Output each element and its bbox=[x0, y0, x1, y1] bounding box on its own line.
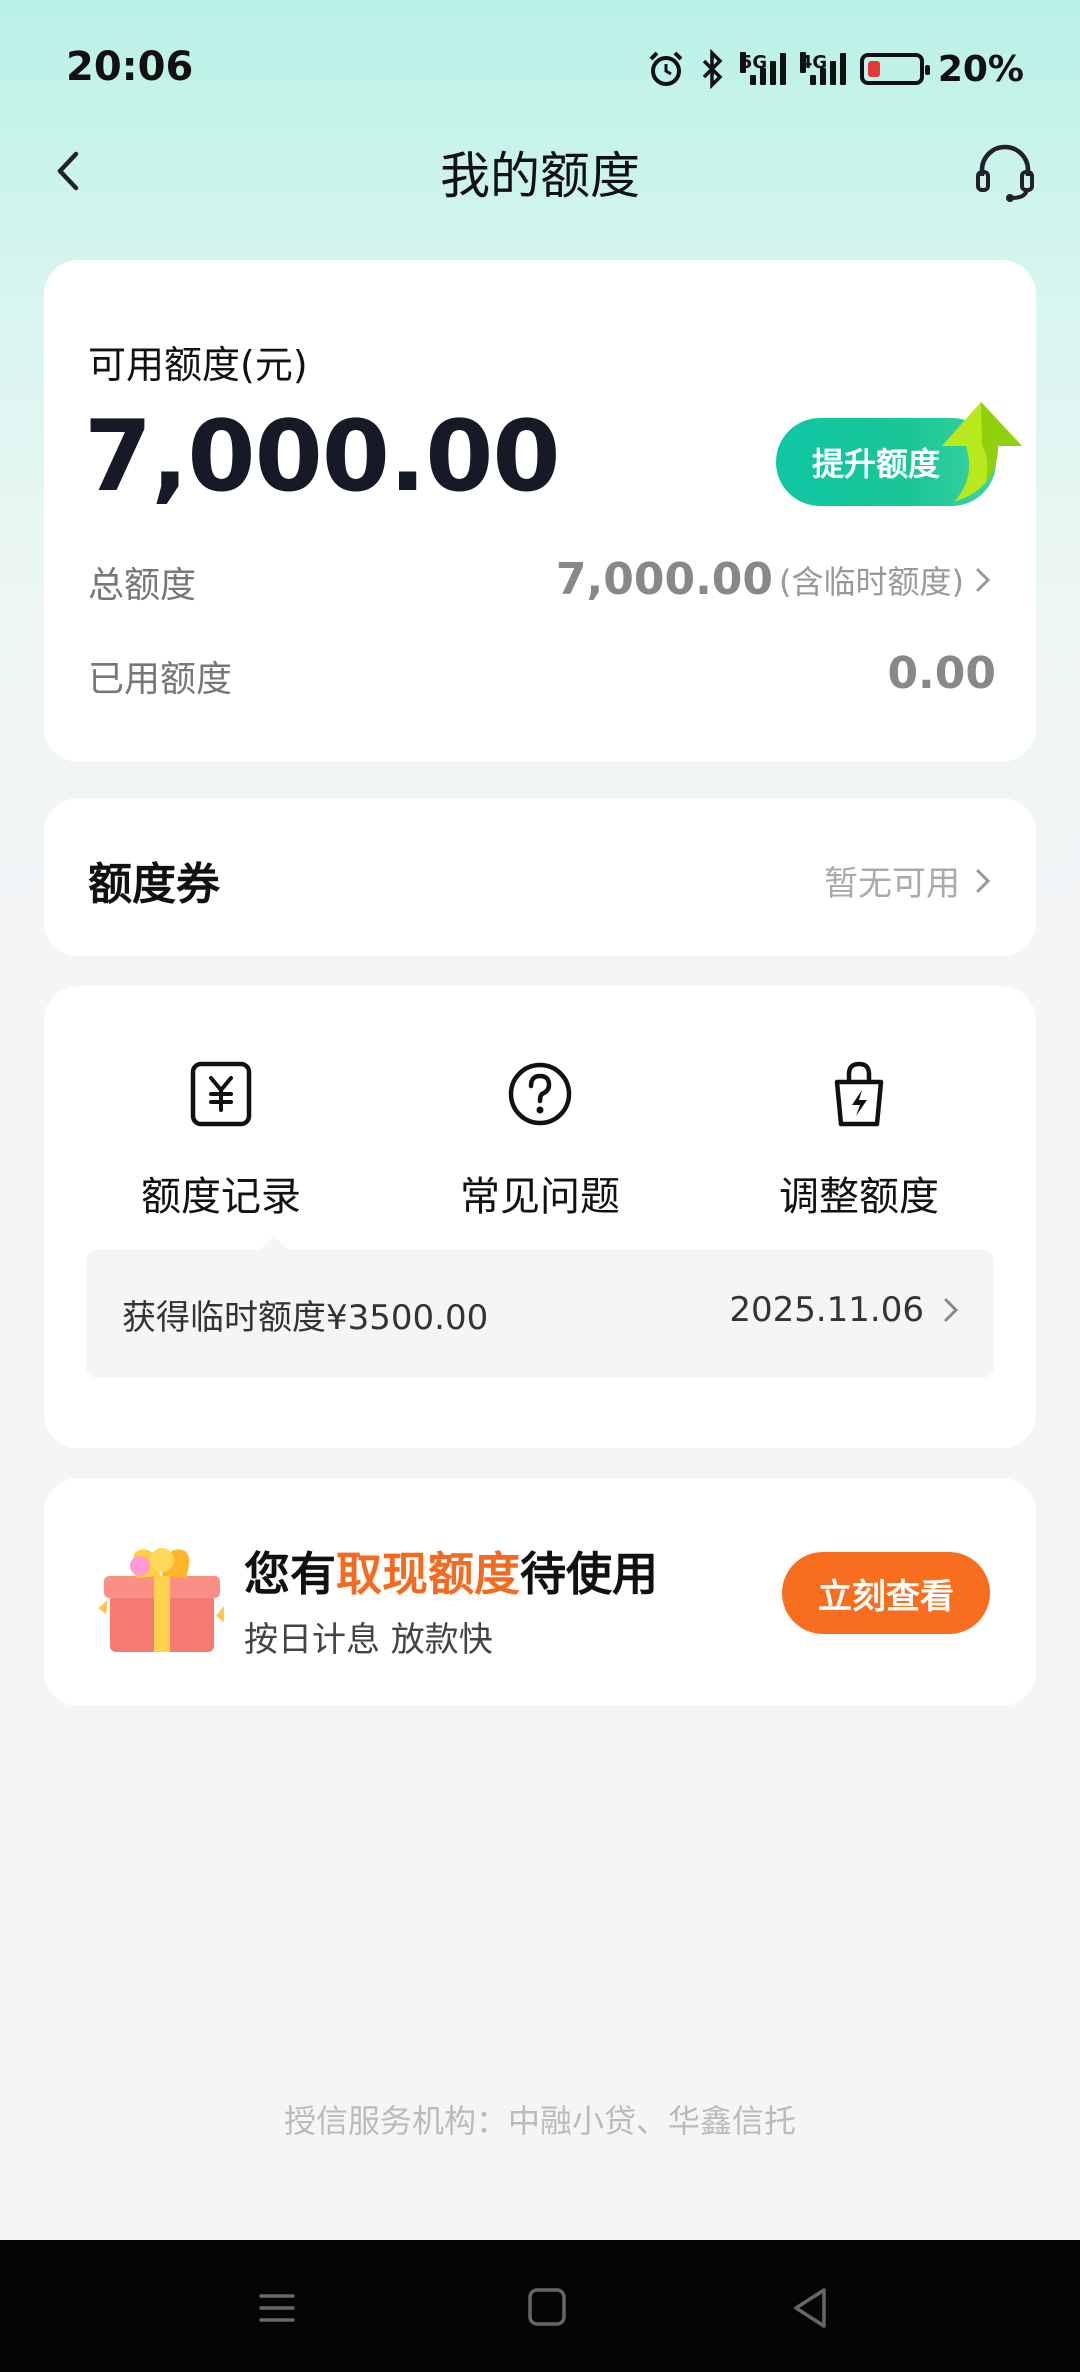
chevron-right-icon bbox=[976, 568, 991, 591]
credit-institutions-note: 授信服务机构：中融小贷、华鑫信托 bbox=[283, 2102, 796, 2140]
signal-4g-icon: 4G bbox=[799, 52, 846, 85]
record-pointer bbox=[260, 1236, 288, 1250]
adjust-quota-label: 调整额度 bbox=[779, 1174, 939, 1220]
view-now-button[interactable]: 立刻查看 bbox=[782, 1552, 990, 1634]
used-quota-value: 0.00 bbox=[887, 648, 996, 699]
lightning-bag-icon bbox=[834, 1061, 884, 1127]
cash-quota-promo-card: 您有取现额度待使用 按日计息 放款快 立刻查看 bbox=[44, 1478, 1036, 1706]
chevron-right-icon bbox=[944, 1298, 959, 1322]
battery-percent: 20% bbox=[937, 48, 1024, 90]
chevron-right-icon bbox=[976, 869, 991, 892]
quota-coupon-card[interactable]: 额度券 暂无可用 bbox=[44, 798, 1036, 956]
available-quota-amount: 7,000.00 bbox=[84, 400, 561, 514]
promo-title-highlight: 取现额度 bbox=[336, 1547, 520, 1601]
quota-card: 可用额度(元) 7,000.00 提升额度 总额度 7,000.00 (含临时额… bbox=[44, 260, 1036, 762]
promo-title-suffix: 待使用 bbox=[520, 1547, 658, 1601]
status-time: 20:06 bbox=[66, 44, 194, 90]
used-quota-label: 已用额度 bbox=[88, 659, 233, 700]
raise-quota-label: 提升额度 bbox=[812, 445, 941, 483]
bluetooth-icon bbox=[702, 49, 723, 89]
page-title: 我的额度 bbox=[440, 147, 640, 205]
promo-title-prefix: 您有 bbox=[244, 1547, 336, 1601]
faq-action[interactable]: 常见问题 bbox=[390, 1058, 690, 1222]
latest-record-bar[interactable]: 获得临时额度¥3500.00 2025.11.06 bbox=[86, 1236, 994, 1378]
quota-record-label: 额度记录 bbox=[141, 1174, 301, 1220]
gift-box-icon bbox=[98, 1548, 224, 1652]
available-quota-label: 可用额度(元) bbox=[88, 343, 308, 387]
adjust-quota-action[interactable]: 调整额度 bbox=[709, 1058, 1009, 1222]
status-bar: 20:06 5G 4G 20% bbox=[0, 0, 1080, 140]
total-quota-label: 总额度 bbox=[88, 565, 197, 606]
record-date-row: 2025.11.06 bbox=[729, 1290, 964, 1330]
raise-quota-button[interactable]: 提升额度 bbox=[776, 402, 1022, 506]
headset-icon[interactable] bbox=[970, 136, 1040, 206]
network-4g-label: 4G bbox=[799, 52, 828, 73]
back-icon[interactable] bbox=[780, 2280, 840, 2336]
header: 我的额度 bbox=[0, 120, 1080, 220]
yen-receipt-icon bbox=[190, 1061, 252, 1127]
quota-record-action[interactable]: 额度记录 bbox=[71, 1058, 371, 1222]
menu-icon[interactable] bbox=[247, 2280, 307, 2336]
coupon-status: 暂无可用 bbox=[824, 864, 960, 904]
actions-card: 额度记录 常见问题 调整额度 获得临时额度¥3500.00 2025.11.06 bbox=[44, 986, 1036, 1448]
used-quota-row: 0.00 bbox=[887, 648, 996, 699]
record-text: 获得临时额度¥3500.00 bbox=[122, 1298, 489, 1338]
total-quota-note: (含临时额度) bbox=[779, 562, 964, 601]
total-quota-row[interactable]: 7,000.00 (含临时额度) bbox=[556, 554, 996, 605]
signal-5g-icon: 5G bbox=[739, 52, 786, 85]
record-date: 2025.11.06 bbox=[729, 1290, 924, 1330]
promo-subtitle: 按日计息 放款快 bbox=[244, 1620, 493, 1660]
coupon-status-row: 暂无可用 bbox=[824, 856, 996, 905]
coupon-title: 额度券 bbox=[88, 859, 220, 910]
system-nav-bar bbox=[0, 2240, 1080, 2372]
promo-title: 您有取现额度待使用 bbox=[244, 1538, 658, 1604]
up-arrow-icon bbox=[942, 402, 1022, 502]
battery-icon bbox=[859, 53, 930, 85]
question-circle-icon bbox=[508, 1062, 572, 1126]
alarm-icon bbox=[649, 51, 683, 86]
network-5g-label: 5G bbox=[739, 52, 768, 73]
total-quota-value: 7,000.00 bbox=[555, 554, 774, 605]
home-icon[interactable] bbox=[516, 2280, 576, 2336]
faq-label: 常见问题 bbox=[460, 1174, 620, 1220]
status-icons: 5G 4G 20% bbox=[646, 44, 1024, 94]
